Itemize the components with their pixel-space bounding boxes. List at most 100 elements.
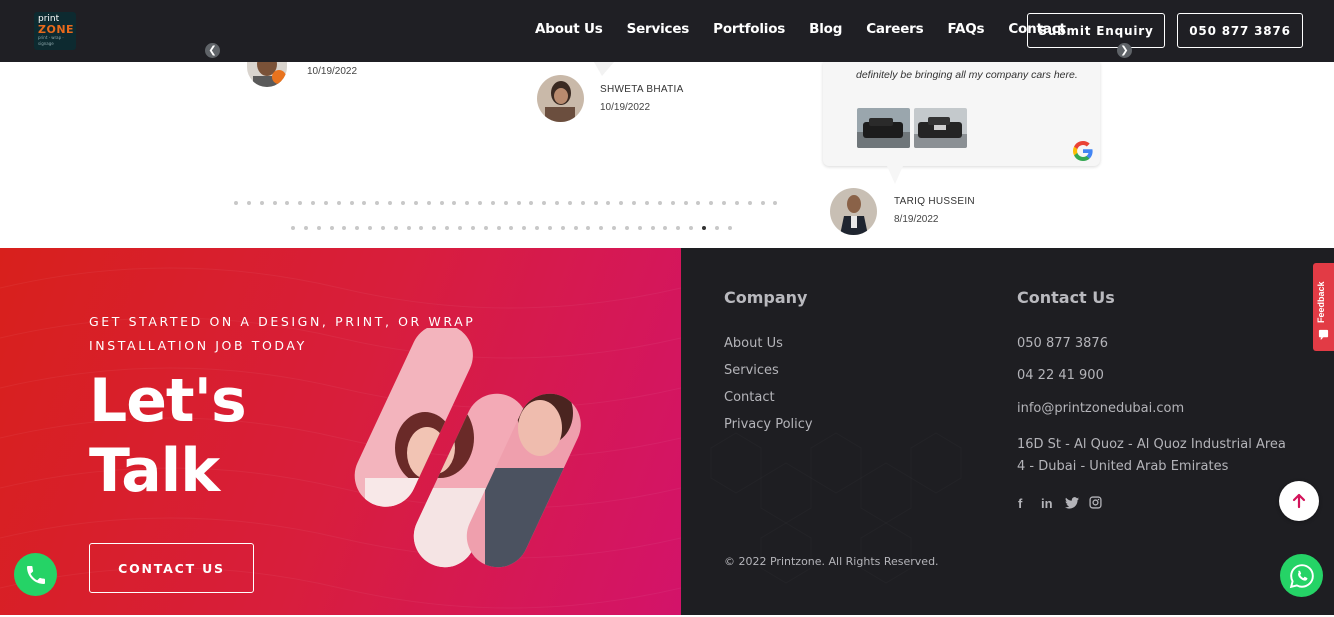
twitter-icon[interactable] (1065, 497, 1079, 509)
carousel-dot[interactable] (355, 226, 360, 230)
footer-link-about-us[interactable]: About Us (724, 336, 783, 351)
carousel-dot[interactable] (490, 201, 495, 205)
carousel-dot[interactable] (683, 201, 688, 205)
whatsapp-button[interactable] (1280, 554, 1323, 597)
carousel-dot[interactable] (483, 226, 488, 230)
carousel-dot[interactable] (632, 201, 637, 205)
carousel-dot[interactable] (535, 226, 540, 230)
carousel-dot[interactable] (509, 226, 514, 230)
footer-link-contact[interactable]: Contact (724, 390, 775, 405)
carousel-dot[interactable] (567, 201, 572, 205)
carousel-dot[interactable] (689, 226, 694, 230)
nav-careers[interactable]: Careers (866, 21, 923, 37)
carousel-dot[interactable] (663, 226, 668, 230)
nav-faqs[interactable]: FAQs (947, 21, 984, 37)
carousel-dot[interactable] (291, 226, 295, 230)
carousel-dot[interactable] (747, 201, 752, 205)
footer-email[interactable]: info@printzonedubai.com (1017, 401, 1184, 416)
carousel-dot[interactable] (702, 226, 706, 230)
nav-blog[interactable]: Blog (809, 21, 842, 37)
carousel-dot[interactable] (542, 201, 547, 205)
carousel-dot[interactable] (380, 226, 385, 230)
carousel-dot[interactable] (419, 226, 424, 230)
carousel-dot[interactable] (272, 201, 277, 205)
carousel-dot[interactable] (727, 226, 732, 230)
carousel-dot[interactable] (599, 226, 604, 230)
scroll-to-top-button[interactable] (1279, 481, 1319, 521)
carousel-dot[interactable] (388, 201, 393, 205)
carousel-dot[interactable] (298, 201, 303, 205)
carousel-dot[interactable] (303, 226, 308, 230)
carousel-dot[interactable] (349, 201, 354, 205)
carousel-dot[interactable] (432, 226, 437, 230)
carousel-dot[interactable] (470, 226, 475, 230)
footer-phone-landline[interactable]: 04 22 41 900 (1017, 368, 1104, 383)
carousel-dot[interactable] (522, 226, 527, 230)
call-button[interactable] (14, 553, 57, 596)
carousel-dot[interactable] (593, 201, 598, 205)
review-photo-thumbnail[interactable] (914, 108, 967, 148)
carousel-prev-icon[interactable]: ❮ (205, 43, 220, 58)
carousel-dot[interactable] (234, 201, 238, 205)
carousel-dot[interactable] (619, 201, 624, 205)
review-photo-thumbnail[interactable] (857, 108, 910, 148)
carousel-dot[interactable] (696, 201, 701, 205)
carousel-dot[interactable] (573, 226, 578, 230)
carousel-dot[interactable] (316, 226, 321, 230)
phone-button[interactable]: 050 877 3876 (1177, 13, 1303, 48)
nav-about-us[interactable]: About Us (535, 21, 603, 37)
carousel-dot[interactable] (393, 226, 398, 230)
footer-phone-mobile[interactable]: 050 877 3876 (1017, 336, 1108, 351)
carousel-dot[interactable] (580, 201, 585, 205)
contact-us-button[interactable]: CONTACT US (89, 543, 254, 593)
carousel-dot[interactable] (624, 226, 629, 230)
carousel-dot[interactable] (329, 226, 334, 230)
carousel-dot[interactable] (555, 201, 560, 205)
carousel-dot[interactable] (529, 201, 534, 205)
carousel-dot[interactable] (285, 201, 290, 205)
carousel-dot[interactable] (670, 201, 675, 205)
carousel-dot[interactable] (336, 201, 341, 205)
linkedin-icon[interactable]: in (1041, 496, 1053, 511)
carousel-dot[interactable] (246, 201, 251, 205)
carousel-dot[interactable] (503, 201, 508, 205)
carousel-dot[interactable] (406, 226, 411, 230)
footer-link-services[interactable]: Services (724, 363, 779, 378)
carousel-dot[interactable] (547, 226, 552, 230)
instagram-icon[interactable] (1089, 496, 1102, 509)
carousel-next-icon[interactable]: ❯ (1117, 43, 1132, 58)
carousel-dot[interactable] (650, 226, 655, 230)
carousel-dot[interactable] (368, 226, 373, 230)
carousel-dot[interactable] (773, 201, 778, 205)
carousel-dot[interactable] (760, 201, 765, 205)
carousel-dot[interactable] (734, 201, 739, 205)
carousel-dot[interactable] (560, 226, 565, 230)
facebook-icon[interactable]: f (1018, 496, 1022, 511)
carousel-dot[interactable] (637, 226, 642, 230)
carousel-dot[interactable] (676, 226, 681, 230)
carousel-dot[interactable] (657, 201, 662, 205)
carousel-dot[interactable] (722, 201, 727, 205)
carousel-dot[interactable] (311, 201, 316, 205)
printzone-logo[interactable]: print ZONE print · wrap · signage (34, 12, 76, 50)
carousel-dot[interactable] (606, 201, 611, 205)
carousel-dot[interactable] (709, 201, 714, 205)
nav-portfolios[interactable]: Portfolios (713, 21, 785, 37)
carousel-dot[interactable] (516, 201, 521, 205)
carousel-dot[interactable] (375, 201, 380, 205)
submit-enquiry-button[interactable]: Submit Enquiry (1027, 13, 1165, 48)
carousel-dot[interactable] (612, 226, 617, 230)
carousel-dot[interactable] (413, 201, 418, 205)
footer-link-privacy-policy[interactable]: Privacy Policy (724, 417, 813, 432)
carousel-dot[interactable] (457, 226, 462, 230)
carousel-dot[interactable] (496, 226, 501, 230)
carousel-dot[interactable] (342, 226, 347, 230)
carousel-dot[interactable] (478, 201, 483, 205)
carousel-dot[interactable] (452, 201, 457, 205)
carousel-dot[interactable] (400, 201, 405, 205)
carousel-dot[interactable] (439, 201, 444, 205)
carousel-dot[interactable] (645, 201, 649, 205)
carousel-dot[interactable] (586, 226, 591, 230)
feedback-tab[interactable]: Feedback (1313, 263, 1334, 351)
carousel-dot[interactable] (465, 201, 470, 205)
